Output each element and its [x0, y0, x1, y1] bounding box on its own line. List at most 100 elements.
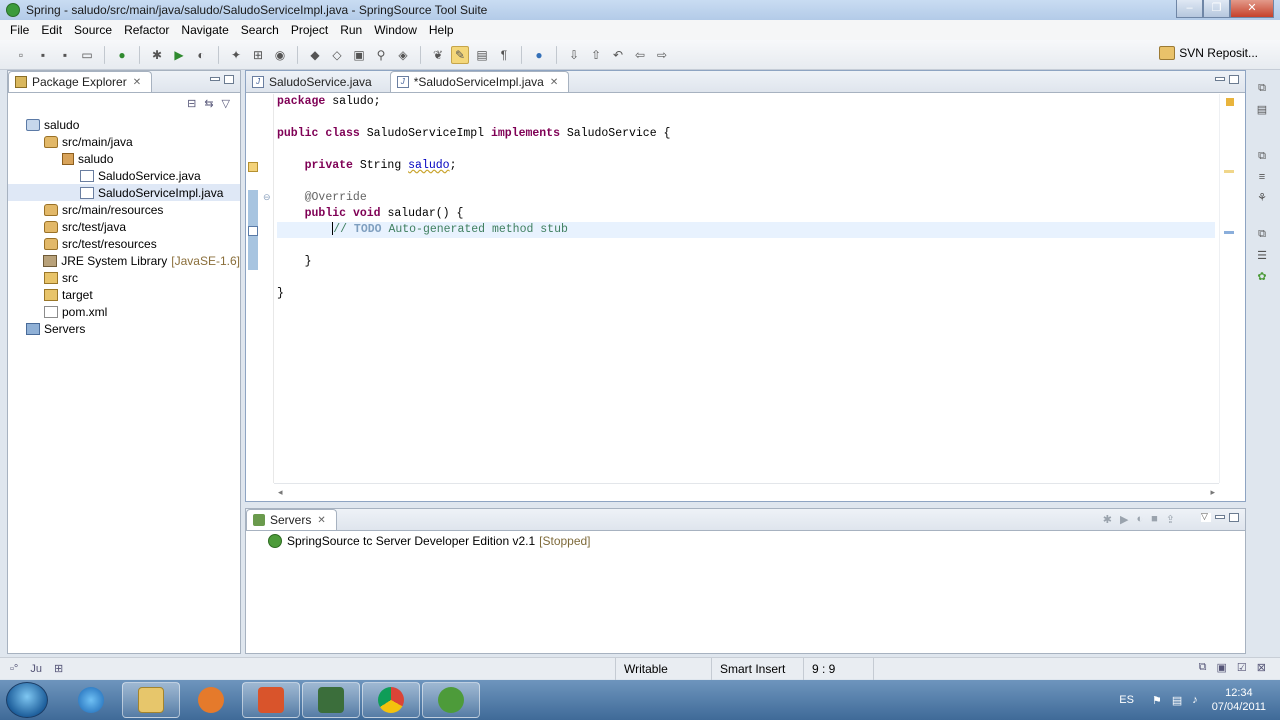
clock[interactable]: 12:34 07/04/2011 — [1212, 686, 1266, 714]
tree-item[interactable]: Servers — [8, 320, 240, 337]
mark-occurrences-icon[interactable]: ✎ — [451, 45, 469, 64]
junit-icon[interactable]: Ju — [30, 663, 42, 675]
open-task-icon[interactable]: ◇ — [328, 46, 346, 64]
problems-icon[interactable]: ⊠ — [1257, 661, 1266, 674]
menu-navigate[interactable]: Navigate — [175, 23, 234, 37]
taskbar-explorer[interactable] — [122, 682, 180, 718]
overview-warning-icon[interactable] — [1226, 98, 1234, 106]
outline-view-icon[interactable]: ⊞ — [54, 662, 63, 675]
warning-marker-icon[interactable] — [248, 162, 258, 172]
tree-item[interactable]: src/main/resources — [8, 201, 240, 218]
taskbar-sts[interactable] — [422, 682, 480, 718]
scroll-left-icon[interactable]: ◂ — [278, 487, 283, 498]
taskbar-chrome[interactable] — [362, 682, 420, 718]
collapse-all-icon[interactable]: ⊟ — [187, 97, 196, 110]
profile-server-icon[interactable]: ◐ — [1136, 513, 1143, 526]
save-all-icon[interactable]: ▪ — [56, 46, 74, 64]
perspective-switcher[interactable]: SVN Reposit... — [1159, 46, 1258, 60]
stop-server-icon[interactable]: ■ — [1151, 513, 1158, 526]
start-server-icon[interactable]: ▶ — [1120, 513, 1128, 526]
maximize-view-icon[interactable] — [1229, 75, 1239, 84]
menu-refactor[interactable]: Refactor — [118, 23, 175, 37]
action-center-icon[interactable]: ⚑ — [1152, 694, 1162, 707]
tree-item[interactable]: src — [8, 269, 240, 286]
tree-item[interactable]: src/test/java — [8, 218, 240, 235]
tab-saludoservice[interactable]: J SaludoService.java — [246, 71, 382, 92]
tab-saludoserviceimpl[interactable]: J *SaludoServiceImpl.java ✕ — [389, 71, 570, 92]
console-icon[interactable]: ▣ — [1217, 661, 1227, 674]
open-folder-icon[interactable]: ▣ — [350, 46, 368, 64]
task-icon[interactable]: ☑ — [1237, 661, 1247, 674]
server-entry[interactable]: SpringSource tc Server Developer Edition… — [246, 531, 1245, 548]
fast-view-icon[interactable]: ▫° — [10, 663, 18, 675]
taskbar-camtasia[interactable] — [302, 682, 360, 718]
publish-icon[interactable]: ⇪ — [1166, 513, 1175, 526]
run-icon[interactable]: ▶ — [170, 46, 188, 64]
save-icon[interactable]: ▪ — [34, 46, 52, 64]
minimize-view-icon[interactable] — [1215, 77, 1225, 81]
volume-icon[interactable]: ♪ — [1192, 694, 1198, 706]
spring-view-icon[interactable]: ✿ — [1257, 270, 1266, 283]
forward-icon[interactable]: ⇨ — [653, 46, 671, 64]
taskbar-media-player[interactable] — [182, 682, 240, 718]
toggle-breadcrumb-icon[interactable]: ❦ — [429, 46, 447, 64]
network-icon[interactable]: ▤ — [1172, 694, 1182, 707]
language-indicator[interactable]: ES — [1119, 694, 1134, 706]
block-selection-icon[interactable]: ▤ — [473, 46, 491, 64]
menu-project[interactable]: Project — [285, 23, 334, 37]
tree-item[interactable]: saludo — [8, 116, 240, 133]
show-whitespace-icon[interactable]: ¶ — [495, 46, 513, 64]
menu-help[interactable]: Help — [423, 23, 460, 37]
restore-icon[interactable]: ⧉ — [1258, 82, 1266, 95]
fold-toggle-icon[interactable]: ⊖ — [263, 192, 271, 203]
task-list-icon[interactable]: ☰ — [1257, 249, 1267, 262]
new-project-icon[interactable]: ✦ — [227, 46, 245, 64]
search-icon[interactable]: ⚲ — [372, 46, 390, 64]
outline-icon[interactable]: ▤ — [1257, 103, 1267, 116]
previous-annotation-icon[interactable]: ⇧ — [587, 46, 605, 64]
taskbar-internet-explorer[interactable] — [62, 682, 120, 718]
new-package-icon[interactable]: ⊞ — [249, 46, 267, 64]
back-icon[interactable]: ⇦ — [631, 46, 649, 64]
link-with-editor-icon[interactable]: ⇆ — [204, 97, 213, 110]
next-annotation-icon[interactable]: ⇩ — [565, 46, 583, 64]
print-icon[interactable]: ▭ — [78, 46, 96, 64]
tree-item[interactable]: target — [8, 286, 240, 303]
maximize-button[interactable]: ❐ — [1203, 0, 1230, 18]
view-menu-icon[interactable]: ▽ — [1201, 512, 1211, 522]
scroll-right-icon[interactable]: ▸ — [1210, 487, 1215, 498]
new-icon[interactable]: ▫ — [12, 46, 30, 64]
open-type-icon[interactable]: ◆ — [306, 46, 324, 64]
restore-icon[interactable]: ⧉ — [1258, 150, 1266, 163]
menu-source[interactable]: Source — [68, 23, 118, 37]
horizontal-scrollbar[interactable]: ◂ ▸ — [274, 483, 1219, 501]
menu-edit[interactable]: Edit — [35, 23, 68, 37]
spring-dashboard-icon[interactable]: ● — [113, 46, 131, 64]
start-button[interactable] — [6, 682, 48, 718]
web-browser-icon[interactable]: ● — [530, 46, 548, 64]
menu-file[interactable]: File — [4, 23, 35, 37]
external-tools-icon[interactable]: ◐ — [192, 46, 210, 64]
menu-window[interactable]: Window — [368, 23, 423, 37]
new-class-icon[interactable]: ◉ — [271, 46, 289, 64]
tree-item[interactable]: SaludoServiceImpl.java — [8, 184, 240, 201]
menu-run[interactable]: Run — [334, 23, 368, 37]
tree-item[interactable]: SaludoService.java — [8, 167, 240, 184]
spring-explorer-icon[interactable]: ⚘ — [1257, 191, 1267, 204]
tree-item[interactable]: saludo — [8, 150, 240, 167]
tree-item[interactable]: src/test/resources — [8, 235, 240, 252]
tree-item[interactable]: JRE System Library [JavaSE-1.6] — [8, 252, 240, 269]
task-marker-icon[interactable] — [248, 226, 258, 236]
close-button[interactable]: ✕ — [1230, 0, 1274, 18]
view-menu-icon[interactable]: ▽ — [222, 97, 230, 110]
overview-task-mark[interactable] — [1224, 231, 1234, 234]
minimize-button[interactable]: – — [1176, 0, 1203, 18]
code-area[interactable]: package saludo; public class SaludoServi… — [277, 94, 1215, 302]
maximize-view-icon[interactable] — [224, 75, 234, 84]
debug-icon[interactable]: ✱ — [148, 46, 166, 64]
tab-package-explorer[interactable]: Package Explorer ✕ — [8, 71, 153, 92]
overview-warning-mark[interactable] — [1224, 170, 1234, 173]
debug-server-icon[interactable]: ✱ — [1103, 513, 1112, 526]
restore-icon[interactable]: ⧉ — [1258, 228, 1266, 241]
close-tab-icon[interactable]: ✕ — [317, 515, 325, 526]
